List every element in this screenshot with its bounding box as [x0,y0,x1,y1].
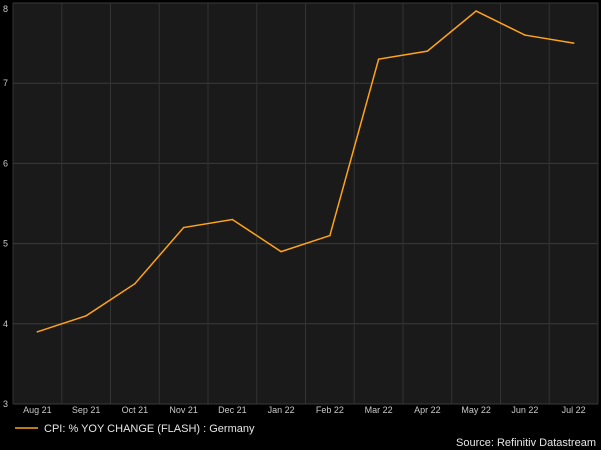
data-point [426,50,429,52]
x-tick-label: Dec 21 [218,405,247,415]
data-point [280,250,282,253]
x-tick-label: Apr 22 [414,405,441,415]
data-point [572,42,575,44]
x-tick-label: May 22 [461,405,491,415]
y-tick-label: 5 [3,239,8,249]
legend: CPI: % YOY CHANGE (FLASH) : Germany [15,423,255,435]
line-chart: 3 4 5 6 7 8 Aug 21 Sep 21 Oct 21 Nov 21 Dec 21 Jan… [3,2,599,449]
data-point [85,314,87,317]
legend-label: CPI: % YOY CHANGE (FLASH) : Germany [44,423,255,435]
data-point [329,234,331,237]
y-tick-label: 8 [3,4,8,14]
data-point [134,282,136,285]
x-tick-label: Mar 22 [365,405,393,415]
x-tick-label: Jan 22 [268,405,295,415]
x-tick-label: Oct 21 [122,405,149,415]
data-point [182,226,185,229]
y-tick-label: 4 [3,319,8,329]
x-axis-ticks: Aug 21 Sep 21 Oct 21 Nov 21 Dec 21 Jan 22 Feb … [23,405,586,415]
x-tick-label: Jun 22 [511,405,538,415]
data-point [475,10,477,12]
data-point [36,331,39,333]
y-tick-label: 6 [3,158,8,168]
data-point [231,218,234,221]
y-tick-label: 7 [3,78,8,88]
y-axis-ticks: 3 4 5 6 7 8 [3,4,8,409]
data-point [524,34,526,36]
chart-container: 3 4 5 6 7 8 Aug 21 Sep 21 Oct 21 Nov 21 Dec 21 Jan… [0,0,601,450]
x-tick-label: Jul 22 [562,405,586,415]
x-tick-label: Aug 21 [23,405,52,415]
data-point [377,58,380,60]
x-tick-label: Feb 22 [316,405,344,415]
y-tick-label: 3 [3,399,8,409]
x-tick-label: Sep 21 [72,405,101,415]
x-tick-label: Nov 21 [169,405,198,415]
source-note: Source: Refinitiv Datastream [456,437,596,449]
